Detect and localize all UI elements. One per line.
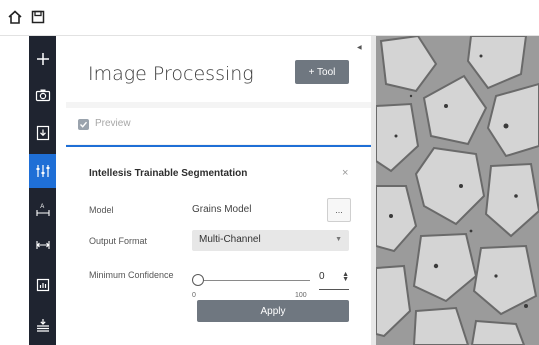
output-format-select[interactable]: Multi-Channel ▼ — [192, 230, 349, 251]
confidence-slider[interactable] — [192, 273, 310, 293]
output-format-value: Multi-Channel — [199, 234, 261, 245]
sidebar: A — [29, 36, 56, 345]
adjust-icon[interactable] — [29, 154, 56, 188]
output-format-label: Output Format — [89, 236, 148, 246]
preview-label: Preview — [95, 118, 131, 129]
measure-icon[interactable]: A — [29, 192, 56, 226]
collapse-panel-icon[interactable]: ◀ — [357, 44, 362, 51]
chevron-down-icon: ▼ — [335, 236, 342, 243]
slider-track[interactable] — [198, 280, 310, 281]
camera-icon[interactable] — [29, 78, 56, 112]
save-icon[interactable] — [28, 7, 48, 27]
segmentation-tool-card: Intellesis Trainable Segmentation × Mode… — [66, 147, 371, 345]
svg-text:A: A — [40, 204, 44, 210]
page-title: Image Processing — [88, 63, 254, 85]
tool-card-title: Intellesis Trainable Segmentation — [89, 168, 248, 179]
image-processing-panel: Image Processing + Tool ◀ Preview Intell… — [66, 36, 371, 345]
top-toolbar — [0, 0, 539, 36]
spinner-icon[interactable]: ▲ ▼ — [342, 271, 349, 283]
apply-button[interactable]: Apply — [197, 300, 349, 322]
image-viewer[interactable] — [376, 36, 539, 345]
preview-checkbox[interactable] — [78, 119, 89, 130]
confidence-input[interactable]: 0 ▲ ▼ — [319, 269, 349, 290]
panel-header: Image Processing + Tool ◀ — [66, 36, 371, 102]
home-icon[interactable] — [5, 7, 25, 27]
chart-icon[interactable] — [29, 268, 56, 302]
add-tool-button[interactable]: + Tool — [295, 60, 349, 84]
slider-handle[interactable] — [192, 274, 204, 286]
close-icon[interactable]: × — [342, 167, 348, 179]
slider-max-label: 100 — [295, 292, 307, 299]
microscopy-image — [376, 36, 539, 345]
slider-min-label: 0 — [192, 292, 196, 299]
confidence-value: 0 — [319, 271, 325, 282]
preview-toggle[interactable]: Preview — [66, 108, 371, 144]
minimum-confidence-label: Minimum Confidence — [89, 270, 174, 280]
range-icon[interactable] — [29, 228, 56, 262]
plus-icon[interactable] — [29, 42, 56, 76]
layers-icon[interactable] — [29, 308, 56, 342]
model-more-button[interactable]: ... — [327, 198, 351, 222]
model-value: Grains Model — [192, 204, 252, 215]
model-label: Model — [89, 205, 114, 215]
import-icon[interactable] — [29, 116, 56, 150]
